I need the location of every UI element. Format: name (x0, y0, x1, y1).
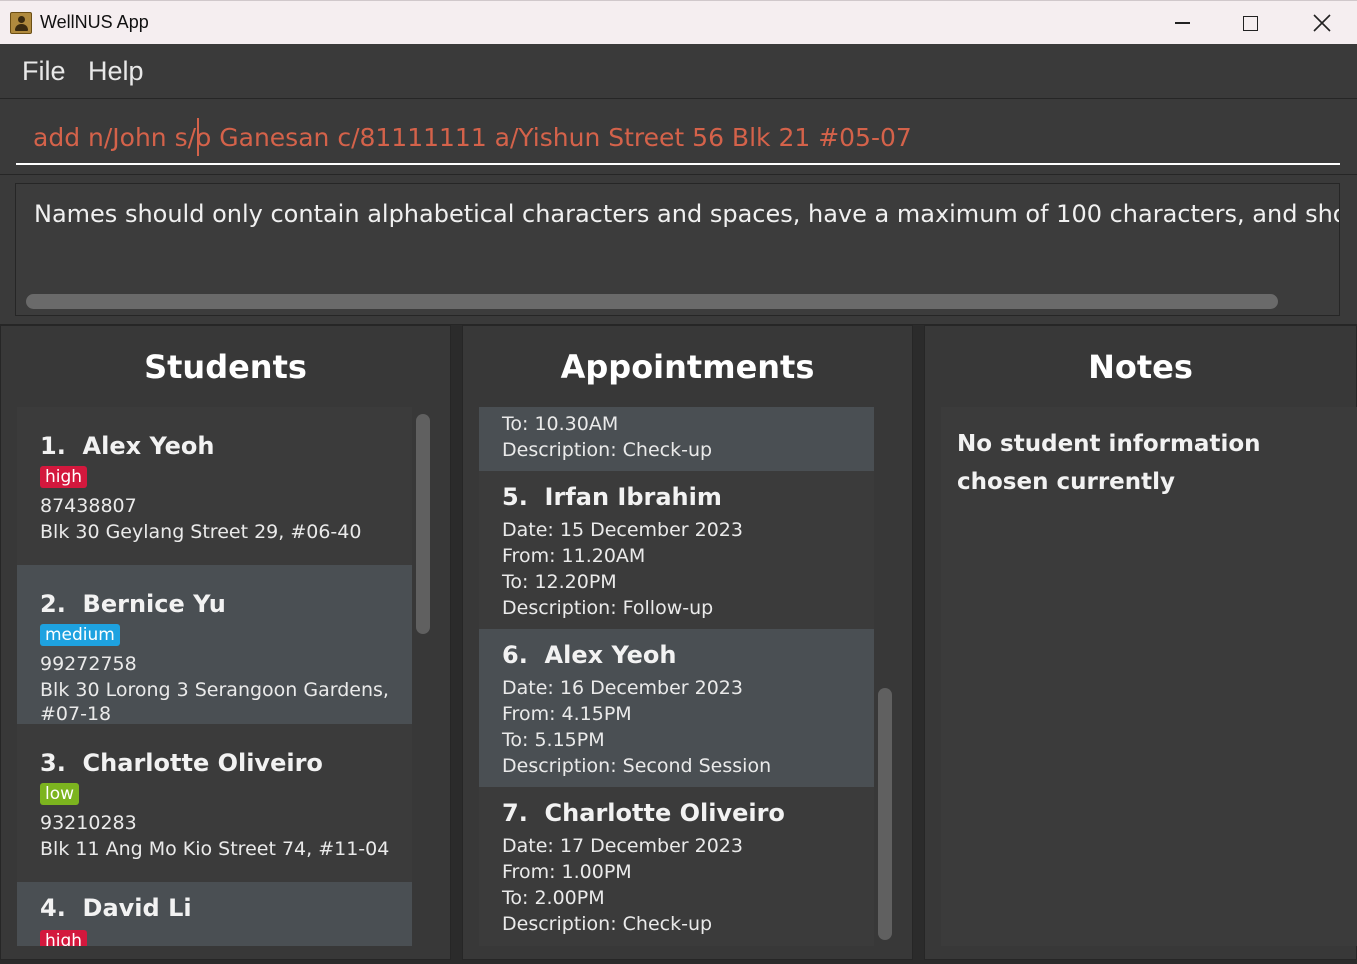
student-name: 1. Alex Yeoh (40, 432, 215, 460)
appointments-scrollbar[interactable] (878, 688, 892, 940)
result-display-panel: Names should only contain alphabetical c… (0, 175, 1357, 325)
minimize-icon (1174, 22, 1190, 24)
list-item[interactable]: 6. Alex Yeoh Date: 16 December 2023 From… (479, 629, 874, 787)
appointment-to: To: 10.30AM (502, 413, 619, 435)
students-panel: Students 1. Alex Yeoh high 87438807 Blk … (0, 325, 451, 960)
student-name: 4. David Li (40, 894, 192, 922)
priority-tag: low (40, 783, 80, 805)
appointment-from: From: 11.20AM (502, 545, 646, 567)
maximize-button[interactable] (1216, 1, 1284, 45)
priority-tag: high (40, 466, 88, 488)
appointment-from: From: 1.00PM (502, 861, 632, 883)
priority-tag: medium (40, 624, 120, 646)
appointment-name-text: Irfan Ibrahim (544, 483, 722, 511)
student-address: Blk 11 Ang Mo Kio Street 74, #11-04 (40, 838, 390, 860)
result-message: Names should only contain alphabetical c… (34, 200, 1339, 228)
student-name: 2. Bernice Yu (40, 590, 226, 618)
student-phone: 93210283 (40, 812, 137, 834)
horizontal-scrollbar[interactable] (26, 294, 1331, 310)
student-name-text: David Li (82, 894, 192, 922)
close-button[interactable] (1288, 1, 1356, 45)
horizontal-scrollbar-thumb[interactable] (26, 294, 1278, 309)
appointment-name: 5. Irfan Ibrahim (502, 483, 722, 511)
student-index: 1. (40, 432, 66, 460)
appointment-index: 5. (502, 483, 528, 511)
command-box (0, 99, 1357, 175)
notes-panel: Notes No student information chosen curr… (924, 325, 1357, 960)
student-address: Blk 30 Lorong 3 Serangoon Gardens, (40, 679, 389, 701)
notes-text: No student information chosen currently (957, 431, 1261, 495)
appointment-description: Description: Check-up (502, 439, 713, 461)
appointment-description: Description: Check-up (502, 913, 713, 935)
app-icon (10, 12, 32, 34)
students-list[interactable]: 1. Alex Yeoh high 87438807 Blk 30 Geylan… (17, 407, 412, 946)
maximize-icon (1242, 15, 1258, 31)
students-title: Students (144, 348, 307, 386)
menu-file[interactable]: File (22, 56, 66, 87)
student-phone: 87438807 (40, 495, 137, 517)
minimize-button[interactable] (1148, 1, 1216, 45)
student-address: Blk 30 Geylang Street 29, #06-40 (40, 521, 362, 543)
appointment-date: Date: 15 December 2023 (502, 519, 743, 541)
notes-title: Notes (1088, 348, 1193, 386)
appointment-date: Date: 16 December 2023 (502, 677, 743, 699)
student-name-text: Charlotte Oliveiro (82, 749, 323, 777)
appointment-index: 6. (502, 641, 528, 669)
list-item[interactable]: 7. Charlotte Oliveiro Date: 17 December … (479, 787, 874, 946)
close-icon (1313, 14, 1331, 32)
command-input[interactable] (16, 111, 1340, 165)
appointment-name-text: Charlotte Oliveiro (544, 799, 785, 827)
text-caret (197, 118, 199, 156)
appointment-name: 7. Charlotte Oliveiro (502, 799, 785, 827)
student-address-line2: #07-18 (40, 703, 112, 725)
student-name-text: Bernice Yu (82, 590, 226, 618)
student-phone: 99272758 (40, 653, 137, 675)
result-display[interactable]: Names should only contain alphabetical c… (15, 183, 1340, 316)
notes-display: No student information chosen currently (941, 407, 1357, 946)
priority-tag: high (40, 930, 88, 946)
appointment-to: To: 2.00PM (502, 887, 605, 909)
student-name: 3. Charlotte Oliveiro (40, 749, 323, 777)
appointment-from: From: 4.15PM (502, 703, 632, 725)
appointment-name-text: Alex Yeoh (544, 641, 677, 669)
list-item[interactable]: 4. David Li high (17, 882, 412, 946)
title-bar: WellNUS App (0, 0, 1357, 44)
list-item[interactable]: 1. Alex Yeoh high 87438807 Blk 30 Geylan… (17, 407, 412, 565)
student-name-text: Alex Yeoh (82, 432, 215, 460)
list-item[interactable]: 5. Irfan Ibrahim Date: 15 December 2023 … (479, 471, 874, 629)
appointments-panel: Appointments To: 10.30AM Description: Ch… (462, 325, 913, 960)
student-index: 4. (40, 894, 66, 922)
list-item[interactable]: 2. Bernice Yu medium 99272758 Blk 30 Lor… (17, 565, 412, 725)
appointment-to: To: 5.15PM (502, 729, 605, 751)
appointment-index: 7. (502, 799, 528, 827)
appointment-date: Date: 17 December 2023 (502, 835, 743, 857)
menu-help[interactable]: Help (88, 56, 144, 87)
window-title: WellNUS App (40, 12, 149, 32)
appointments-title: Appointments (560, 348, 815, 386)
appointment-name: 6. Alex Yeoh (502, 641, 677, 669)
menu-bar: File Help (0, 44, 1357, 99)
appointment-to: To: 12.20PM (502, 571, 617, 593)
student-index: 2. (40, 590, 66, 618)
list-item[interactable]: To: 10.30AM Description: Check-up (479, 407, 874, 471)
student-index: 3. (40, 749, 66, 777)
appointments-list[interactable]: To: 10.30AM Description: Check-up 5. Irf… (479, 407, 874, 946)
appointment-description: Description: Second Session (502, 755, 772, 777)
appointment-description: Description: Follow-up (502, 597, 714, 619)
list-item[interactable]: 3. Charlotte Oliveiro low 93210283 Blk 1… (17, 724, 412, 882)
students-scrollbar[interactable] (416, 414, 430, 634)
